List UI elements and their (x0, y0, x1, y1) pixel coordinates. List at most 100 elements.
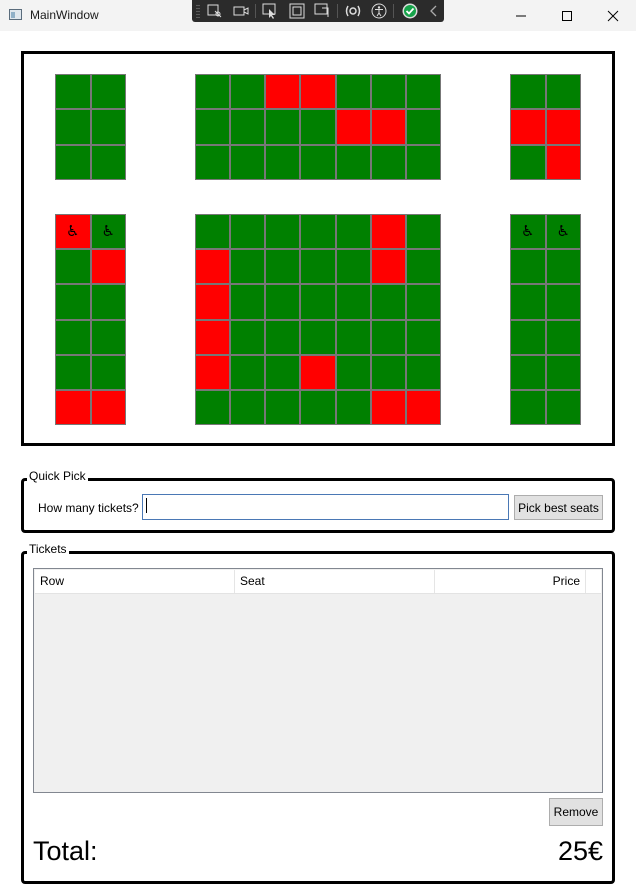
seat[interactable] (546, 110, 580, 144)
seat[interactable] (336, 110, 370, 144)
seat[interactable] (91, 285, 125, 319)
seat[interactable] (56, 390, 90, 424)
seat[interactable] (266, 75, 300, 109)
seat[interactable] (546, 285, 580, 319)
seat[interactable] (301, 215, 335, 249)
live-visual-tree-icon[interactable] (207, 3, 223, 19)
pick-best-seats-button[interactable]: Pick best seats (514, 495, 603, 520)
seat[interactable] (546, 75, 580, 109)
wheelchair-seat-icon[interactable] (511, 215, 545, 249)
seat[interactable] (231, 110, 265, 144)
seat[interactable] (231, 355, 265, 389)
seat[interactable] (56, 75, 90, 109)
seat[interactable] (231, 320, 265, 354)
seat[interactable] (511, 110, 545, 144)
accessibility-icon[interactable] (371, 3, 387, 19)
seat[interactable] (406, 320, 440, 354)
seat[interactable] (336, 215, 370, 249)
seat[interactable] (231, 75, 265, 109)
seat[interactable] (196, 250, 230, 284)
hot-reload-icon[interactable] (345, 3, 361, 19)
track-focused-element-icon[interactable] (314, 3, 330, 19)
seat[interactable] (196, 285, 230, 319)
seat[interactable] (91, 390, 125, 424)
seat[interactable] (336, 355, 370, 389)
seat[interactable] (231, 285, 265, 319)
seat[interactable] (406, 110, 440, 144)
seat[interactable] (406, 355, 440, 389)
seat[interactable] (266, 390, 300, 424)
seat[interactable] (56, 320, 90, 354)
seat[interactable] (266, 250, 300, 284)
check-icon[interactable] (402, 3, 418, 19)
seat[interactable] (336, 145, 370, 179)
seat[interactable] (231, 215, 265, 249)
seat[interactable] (301, 145, 335, 179)
seat[interactable] (546, 390, 580, 424)
seat[interactable] (301, 110, 335, 144)
column-header-price[interactable]: Price (435, 570, 586, 593)
seat[interactable] (231, 145, 265, 179)
seat[interactable] (371, 110, 405, 144)
seat[interactable] (336, 285, 370, 319)
seat[interactable] (91, 145, 125, 179)
seat[interactable] (91, 250, 125, 284)
seat[interactable] (406, 145, 440, 179)
seat[interactable] (91, 110, 125, 144)
seat[interactable] (196, 320, 230, 354)
seat[interactable] (336, 250, 370, 284)
seat[interactable] (56, 250, 90, 284)
seat[interactable] (371, 75, 405, 109)
wheelchair-seat-icon[interactable] (91, 215, 125, 249)
seat[interactable] (371, 145, 405, 179)
collapse-toolbar-icon[interactable] (426, 3, 442, 19)
seat[interactable] (546, 250, 580, 284)
remove-button[interactable]: Remove (549, 798, 603, 826)
seat[interactable] (371, 320, 405, 354)
seat[interactable] (56, 110, 90, 144)
seat[interactable] (266, 110, 300, 144)
display-layout-adorners-icon[interactable] (289, 3, 305, 19)
seat[interactable] (301, 250, 335, 284)
minimize-button[interactable] (498, 0, 544, 31)
seat[interactable] (56, 285, 90, 319)
close-button[interactable] (590, 0, 636, 31)
seat[interactable] (301, 285, 335, 319)
ticket-count-input[interactable] (142, 494, 509, 520)
seat[interactable] (266, 215, 300, 249)
seat[interactable] (336, 75, 370, 109)
column-header-row[interactable]: Row (35, 570, 235, 593)
seat[interactable] (231, 390, 265, 424)
seat[interactable] (196, 390, 230, 424)
seat[interactable] (231, 250, 265, 284)
seat[interactable] (336, 320, 370, 354)
seat[interactable] (56, 145, 90, 179)
seat[interactable] (91, 75, 125, 109)
seat[interactable] (266, 145, 300, 179)
seat[interactable] (301, 320, 335, 354)
seat[interactable] (301, 355, 335, 389)
wheelchair-seat-icon[interactable] (546, 215, 580, 249)
seat[interactable] (91, 355, 125, 389)
record-icon[interactable] (233, 3, 249, 19)
seat[interactable] (406, 250, 440, 284)
seat[interactable] (196, 145, 230, 179)
seat[interactable] (406, 390, 440, 424)
seat[interactable] (371, 390, 405, 424)
seat[interactable] (511, 145, 545, 179)
seat[interactable] (371, 250, 405, 284)
seat[interactable] (301, 75, 335, 109)
seat[interactable] (511, 320, 545, 354)
seat[interactable] (91, 320, 125, 354)
seat[interactable] (196, 355, 230, 389)
seat[interactable] (336, 390, 370, 424)
select-element-icon[interactable] (262, 3, 278, 19)
tickets-list[interactable]: Row Seat Price (33, 568, 603, 793)
seat[interactable] (196, 75, 230, 109)
seat[interactable] (511, 390, 545, 424)
seat[interactable] (406, 75, 440, 109)
seat[interactable] (511, 250, 545, 284)
seat[interactable] (371, 285, 405, 319)
seat[interactable] (266, 320, 300, 354)
seat[interactable] (546, 320, 580, 354)
